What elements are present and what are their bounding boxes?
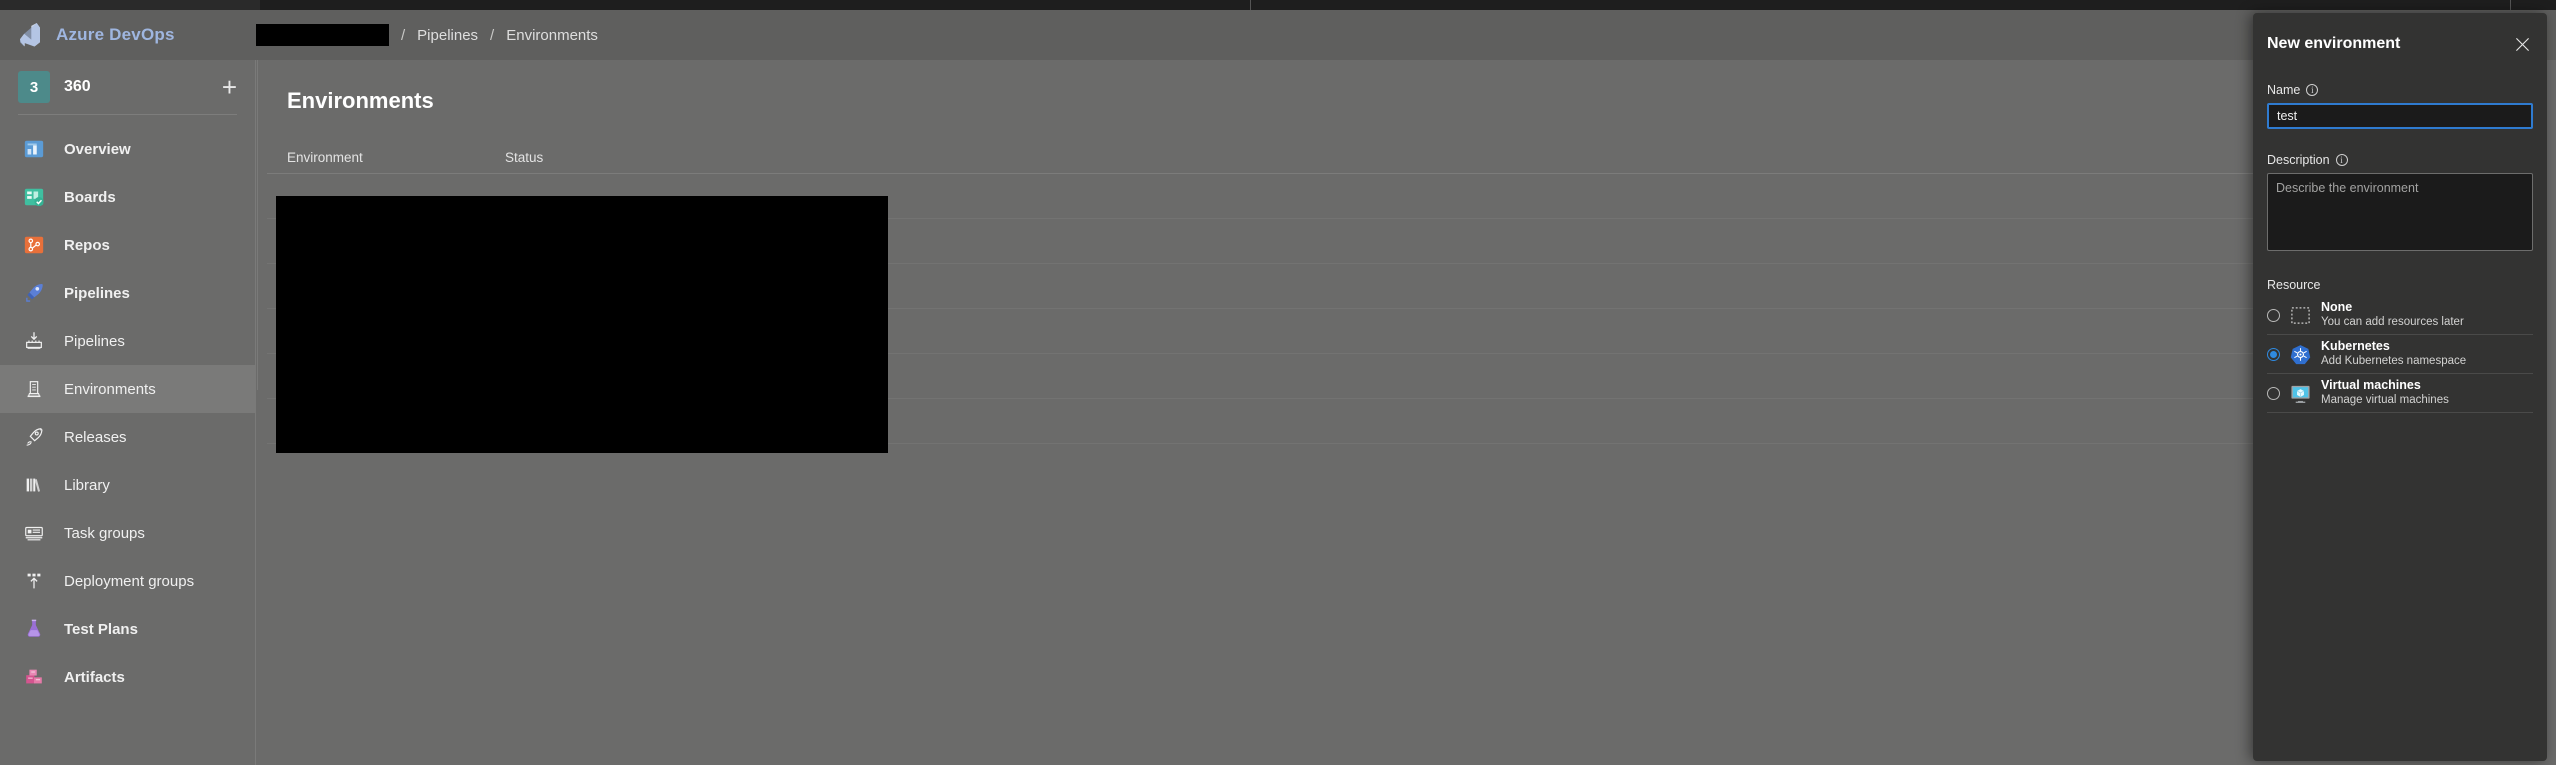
sidebar: 3 360 + Overview Boards Repos Pipelines Pipe…: [0, 60, 256, 765]
sidebar-item-releases[interactable]: Releases: [0, 413, 255, 461]
sidebar-item-label: Task groups: [64, 524, 145, 542]
sidebar-item-boards[interactable]: Boards: [0, 173, 255, 221]
strip-divider: [1250, 0, 1251, 10]
resource-option-kubernetes[interactable]: Kubernetes Add Kubernetes namespace: [2267, 335, 2533, 374]
pipelines-hub-icon: [20, 279, 48, 307]
info-icon[interactable]: i: [2335, 154, 2348, 166]
sidebar-item-task-groups[interactable]: Task groups: [0, 509, 255, 557]
azure-devops-app: Azure DevOps / Pipelines / Environments …: [0, 0, 2556, 765]
global-header: Azure DevOps / Pipelines / Environments: [0, 10, 2556, 60]
none-dotted-square-icon: [2290, 305, 2311, 326]
sidebar-item-label: Environments: [64, 380, 156, 398]
environments-icon: [20, 375, 48, 403]
resource-option-text: None You can add resources later: [2321, 300, 2464, 329]
boards-icon: [20, 183, 48, 211]
resource-option-title: Kubernetes: [2321, 339, 2390, 354]
sidebar-item-label: Test Plans: [64, 620, 138, 638]
table-rows: [267, 174, 2526, 453]
releases-icon: [20, 423, 48, 451]
info-icon[interactable]: i: [2306, 84, 2319, 96]
sidebar-item-pipelines[interactable]: Pipelines: [0, 317, 255, 365]
radio-button[interactable]: [2267, 347, 2280, 361]
project-badge: 3: [18, 71, 50, 103]
add-icon[interactable]: +: [222, 74, 237, 100]
table-header-row: Environment Status: [267, 142, 2526, 174]
column-header-environment: Environment: [287, 150, 363, 165]
main-content: Environments Environment Status: [257, 60, 2556, 765]
page-title: Environments: [287, 88, 434, 113]
task-groups-icon: [20, 519, 48, 547]
panel-header: New environment: [2267, 13, 2533, 59]
resource-option-text: Virtual machines Manage virtual machines: [2321, 378, 2449, 407]
project-name: 360: [64, 78, 91, 95]
radio-button[interactable]: [2267, 386, 2280, 400]
sidebar-item-test-plans[interactable]: Test Plans: [0, 605, 255, 653]
radio-button[interactable]: [2267, 308, 2280, 322]
sidebar-item-repos[interactable]: Repos: [0, 221, 255, 269]
azure-devops-logo-icon: [18, 23, 42, 47]
sidebar-item-library[interactable]: Library: [0, 461, 255, 509]
new-environment-panel: New environment Name i Description i Res…: [2253, 13, 2547, 761]
column-header-status: Status: [505, 150, 544, 165]
resource-option-title: Virtual machines: [2321, 378, 2421, 393]
name-label-group: Name i: [2267, 83, 2533, 97]
breadcrumb-redacted-org[interactable]: [256, 24, 389, 46]
resource-option-title: None: [2321, 300, 2353, 315]
breadcrumb: / Pipelines / Environments: [256, 24, 598, 46]
sidebar-nav: Overview Boards Repos Pipelines Pipelines Env…: [0, 115, 255, 701]
resource-option-subtitle: You can add resources later: [2321, 316, 2464, 329]
overview-icon: [20, 135, 48, 163]
resource-option-text: Kubernetes Add Kubernetes namespace: [2321, 339, 2467, 368]
sidebar-item-label: Library: [64, 476, 110, 494]
browser-tab-ghost: [0, 0, 260, 10]
resource-radio-group: None You can add resources later Kubernete…: [2267, 296, 2533, 413]
sidebar-item-environments[interactable]: Environments: [0, 365, 255, 413]
brand-name: Azure DevOps: [56, 25, 175, 44]
resource-option-subtitle: Manage virtual machines: [2321, 394, 2449, 407]
panel-title: New environment: [2267, 35, 2401, 52]
kubernetes-icon: [2290, 344, 2311, 365]
resource-section-label: Resource: [2267, 278, 2321, 292]
card-edge: [257, 60, 258, 390]
resource-option-none[interactable]: None You can add resources later: [2267, 296, 2533, 335]
test-plans-icon: [20, 615, 48, 643]
sidebar-item-label: Artifacts: [64, 668, 125, 686]
description-input[interactable]: [2267, 173, 2533, 251]
breadcrumb-separator: /: [490, 26, 495, 44]
sidebar-item-label: Pipelines: [64, 284, 130, 302]
sidebar-item-pipelines[interactable]: Pipelines: [0, 269, 255, 317]
browser-top-strip: [0, 0, 2556, 10]
name-label: Name: [2267, 83, 2301, 97]
sidebar-item-label: Releases: [64, 428, 127, 446]
description-label-group: Description i: [2267, 153, 2533, 167]
artifacts-icon: [20, 663, 48, 691]
environments-table: Environment Status: [257, 60, 2526, 453]
sidebar-item-deployment-groups[interactable]: Deployment groups: [0, 557, 255, 605]
redacted-region: [276, 196, 888, 453]
name-input[interactable]: [2267, 103, 2533, 129]
repos-icon: [20, 231, 48, 259]
project-selector[interactable]: 3 360 +: [0, 60, 255, 114]
sidebar-item-label: Pipelines: [64, 332, 125, 350]
sidebar-item-label: Deployment groups: [64, 572, 195, 590]
resource-option-virtual-machines[interactable]: Virtual machines Manage virtual machines: [2267, 374, 2533, 413]
sidebar-item-overview[interactable]: Overview: [0, 125, 255, 173]
virtual-machine-icon: [2290, 383, 2311, 404]
resource-option-subtitle: Add Kubernetes namespace: [2321, 355, 2467, 368]
brand[interactable]: Azure DevOps: [0, 23, 256, 47]
breadcrumb-separator: /: [401, 26, 406, 44]
description-label: Description: [2267, 153, 2330, 167]
breadcrumb-item-environments[interactable]: Environments: [506, 27, 598, 44]
sidebar-item-label: Boards: [64, 188, 116, 206]
close-icon[interactable]: [2511, 33, 2533, 55]
library-icon: [20, 471, 48, 499]
breadcrumb-item-pipelines[interactable]: Pipelines: [417, 27, 478, 44]
sidebar-item-artifacts[interactable]: Artifacts: [0, 653, 255, 701]
sidebar-item-label: Repos: [64, 236, 110, 254]
strip-divider: [2510, 0, 2511, 10]
pipelines-icon: [20, 327, 48, 355]
deployment-groups-icon: [20, 567, 48, 595]
sidebar-item-label: Overview: [64, 140, 131, 158]
